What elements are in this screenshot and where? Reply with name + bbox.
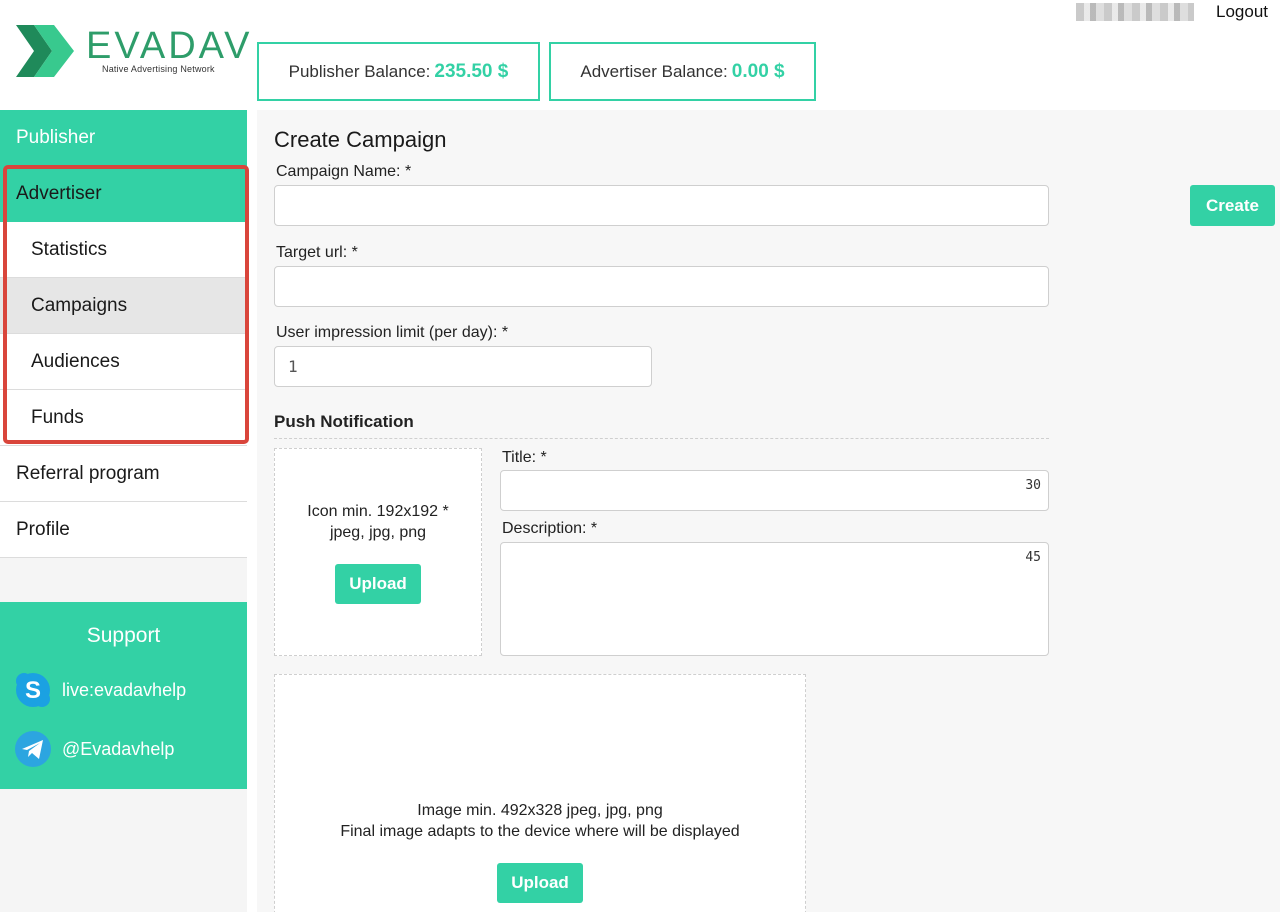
- support-panel: Support S live:evadavhelp @Evadavhelp: [0, 602, 247, 789]
- icon-upload-button[interactable]: Upload: [335, 564, 421, 604]
- icon-dropzone[interactable]: Icon min. 192x192 * jpeg, jpg, png Uploa…: [274, 448, 482, 656]
- sidebar-item-advertiser[interactable]: Advertiser: [0, 166, 247, 222]
- skype-handle: live:evadavhelp: [62, 679, 187, 700]
- image-hint-line1: Image min. 492x328 jpeg, jpg, png: [417, 802, 663, 819]
- impression-limit-input[interactable]: [274, 346, 652, 387]
- advertiser-balance-value: 0.00 $: [731, 60, 785, 82]
- target-url-input[interactable]: [274, 266, 1049, 307]
- sidebar-item-audiences[interactable]: Audiences: [0, 334, 247, 390]
- title-char-counter: 30: [1025, 478, 1041, 493]
- logo-text: EVADAV: [86, 25, 253, 67]
- header: EVADAV Native Advertising Network Publis…: [0, 0, 1280, 110]
- sidebar: Publisher Advertiser Statistics Campaign…: [0, 110, 247, 912]
- logout-link[interactable]: Logout: [1216, 2, 1268, 22]
- logo-subtitle: Native Advertising Network: [102, 64, 215, 74]
- icon-hint-line1: Icon min. 192x192 *: [307, 503, 449, 520]
- description-char-counter: 45: [1025, 550, 1041, 565]
- support-title: Support: [86, 624, 161, 647]
- support-skype[interactable]: S live:evadavhelp: [14, 670, 186, 710]
- logo[interactable]: EVADAV Native Advertising Network: [16, 25, 250, 81]
- impression-limit-label: User impression limit (per day): *: [276, 324, 509, 341]
- telegram-icon: [15, 731, 51, 767]
- sidebar-item-profile[interactable]: Profile: [0, 502, 247, 558]
- advertiser-balance-label: Advertiser Balance:: [580, 61, 728, 81]
- create-button[interactable]: Create: [1190, 185, 1275, 226]
- support-telegram[interactable]: @Evadavhelp: [14, 729, 174, 769]
- publisher-balance: Publisher Balance: 235.50 $: [257, 42, 540, 101]
- campaign-name-label: Campaign Name: *: [276, 163, 412, 180]
- svg-text:S: S: [25, 677, 41, 704]
- page-title: Create Campaign: [274, 127, 447, 152]
- image-hint-line2: Final image adapts to the device where w…: [340, 823, 740, 840]
- sidebar-item-statistics[interactable]: Statistics: [0, 222, 247, 278]
- logo-chevrons-icon: [16, 25, 74, 77]
- create-campaign-form: Create Campaign Campaign Name: * Create …: [257, 110, 1280, 912]
- description-textarea[interactable]: 45: [500, 542, 1049, 656]
- icon-hint-line2: jpeg, jpg, png: [329, 524, 427, 541]
- title-input[interactable]: 30: [500, 470, 1049, 511]
- advertiser-balance: Advertiser Balance: 0.00 $: [549, 42, 816, 101]
- campaign-name-input[interactable]: [274, 185, 1049, 226]
- skype-icon: S: [16, 673, 50, 707]
- telegram-handle: @Evadavhelp: [62, 738, 175, 759]
- description-label: Description: *: [502, 520, 598, 537]
- target-url-label: Target url: *: [276, 244, 358, 261]
- sidebar-item-funds[interactable]: Funds: [0, 390, 247, 446]
- image-dropzone[interactable]: Image min. 492x328 jpeg, jpg, png Final …: [274, 674, 806, 912]
- sidebar-item-publisher[interactable]: Publisher: [0, 110, 247, 166]
- push-notification-title: Push Notification: [274, 412, 414, 431]
- publisher-balance-value: 235.50 $: [434, 60, 509, 82]
- user-name-redacted: [1076, 3, 1194, 21]
- section-divider: [274, 438, 1049, 439]
- sidebar-item-campaigns[interactable]: Campaigns: [0, 278, 247, 334]
- sidebar-item-referral-program[interactable]: Referral program: [0, 446, 247, 502]
- image-upload-button[interactable]: Upload: [497, 863, 583, 903]
- title-label: Title: *: [502, 449, 547, 466]
- publisher-balance-label: Publisher Balance:: [288, 61, 431, 81]
